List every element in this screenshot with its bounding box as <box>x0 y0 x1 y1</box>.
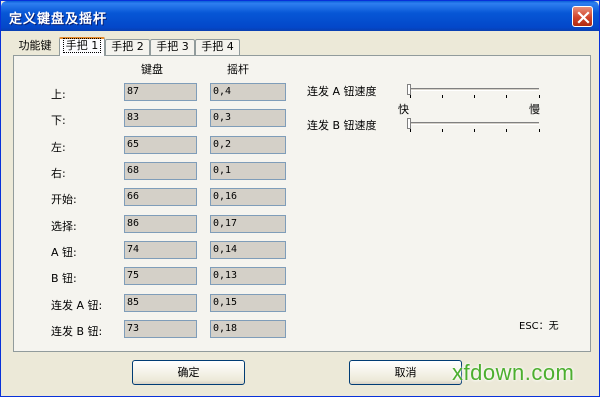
ok-button[interactable]: 确定 <box>132 360 245 385</box>
joystick-column-header: 摇杆 <box>227 63 249 76</box>
key-field-b[interactable]: 75 <box>124 267 197 285</box>
tab-function-keys[interactable]: 功能键 <box>13 39 57 55</box>
slider-tick <box>539 95 540 98</box>
slider-tick <box>410 95 411 98</box>
tab-label: 手把 3 <box>156 40 189 53</box>
slider-tick <box>410 129 411 132</box>
watermark-logo: xfdown.com <box>452 360 575 385</box>
stick-field-b[interactable]: 0,13 <box>210 267 286 285</box>
key-field-left[interactable]: 65 <box>124 136 197 154</box>
stick-field-turbo-a[interactable]: 0,15 <box>210 294 286 312</box>
stick-field-left[interactable]: 0,2 <box>210 136 286 154</box>
mapping-label-turbo-a: 连发 A 钮: <box>51 299 103 312</box>
key-field-select[interactable]: 86 <box>124 215 197 233</box>
slider-tick <box>506 95 507 98</box>
slider-thumb[interactable] <box>407 118 411 129</box>
tab-label: 手把 2 <box>111 40 144 53</box>
tab-label: 手把 1 <box>62 38 102 53</box>
key-field-start[interactable]: 66 <box>124 188 197 206</box>
stick-field-select[interactable]: 0,17 <box>210 215 286 233</box>
stick-field-a[interactable]: 0,14 <box>210 241 286 259</box>
close-icon <box>577 11 590 24</box>
title-bar[interactable]: 定义键盘及摇杆 <box>1 1 599 31</box>
turbo-b-speed-slider[interactable] <box>407 118 542 133</box>
key-field-turbo-b[interactable]: 73 <box>124 320 197 338</box>
key-field-up[interactable]: 87 <box>124 83 197 101</box>
tab-controller-2[interactable]: 手把 2 <box>105 39 150 55</box>
stick-field-start[interactable]: 0,16 <box>210 188 286 206</box>
slider-ticks <box>410 95 540 98</box>
cancel-button[interactable]: 取消 <box>349 360 462 385</box>
key-field-turbo-a[interactable]: 85 <box>124 294 197 312</box>
slider-track <box>409 122 539 125</box>
mapping-label-a: A 钮: <box>51 246 77 259</box>
close-button[interactable] <box>572 6 593 27</box>
slider-tick <box>474 129 475 132</box>
slow-label: 慢 <box>529 103 540 116</box>
stick-field-turbo-b[interactable]: 0,18 <box>210 320 286 338</box>
mapping-label-turbo-b: 连发 B 钮: <box>51 325 103 338</box>
slider-track <box>409 88 539 91</box>
mapping-label-left: 左: <box>51 141 66 154</box>
mapping-label-b: B 钮: <box>51 272 77 285</box>
slider-ticks <box>410 129 540 132</box>
dialog-window: 定义键盘及摇杆 功能键 手把 1 手把 2 手把 3 手把 4 键盘 摇杆 上:… <box>0 0 600 397</box>
stick-field-right[interactable]: 0,1 <box>210 162 286 180</box>
turbo-b-speed-label: 连发 B 钮速度 <box>307 119 377 132</box>
keyboard-column-header: 键盘 <box>141 63 163 76</box>
mapping-label-start: 开始: <box>51 193 77 206</box>
key-field-down[interactable]: 83 <box>124 109 197 127</box>
stick-field-down[interactable]: 0,3 <box>210 109 286 127</box>
tab-controller-4[interactable]: 手把 4 <box>195 39 240 55</box>
tab-label: 功能键 <box>18 39 52 52</box>
key-field-right[interactable]: 68 <box>124 162 197 180</box>
mapping-label-right: 右: <box>51 167 66 180</box>
mapping-label-down: 下: <box>51 114 66 127</box>
tab-label: 手把 4 <box>201 40 234 53</box>
tab-controller-3[interactable]: 手把 3 <box>150 39 195 55</box>
mapping-label-select: 选择: <box>51 220 77 233</box>
mapping-label-up: 上: <box>51 88 66 101</box>
fast-label: 快 <box>398 103 409 116</box>
window-title: 定义键盘及摇杆 <box>9 12 108 27</box>
key-field-a[interactable]: 74 <box>124 241 197 259</box>
slider-tick <box>442 95 443 98</box>
esc-hint: ESC：无 <box>519 321 559 332</box>
slider-tick <box>442 129 443 132</box>
slider-tick <box>539 129 540 132</box>
stick-field-up[interactable]: 0,4 <box>210 83 286 101</box>
tab-controller-1[interactable]: 手把 1 <box>59 37 105 56</box>
turbo-a-speed-label: 连发 A 钮速度 <box>307 85 377 98</box>
slider-tick <box>474 95 475 98</box>
slider-tick <box>506 129 507 132</box>
slider-thumb[interactable] <box>407 84 411 95</box>
turbo-a-speed-slider[interactable] <box>407 84 542 99</box>
